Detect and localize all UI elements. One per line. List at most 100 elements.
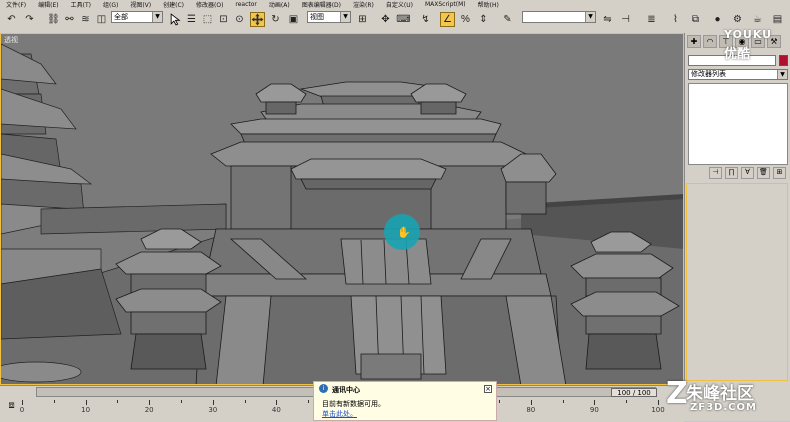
menu-edit[interactable]: 编辑(E) [32,0,64,9]
edit-named-selection-icon[interactable]: ✎ [500,12,515,27]
track-bar-tick-label: 100 [651,406,665,414]
spinner-snap-icon[interactable]: ⇕ [476,12,491,27]
zf-logo-icon: Z [666,376,688,411]
mini-curve-editor-icon[interactable]: ⧈ [4,398,19,413]
communication-center-popup: i 通讯中心 × 目前有新数据可用。 单击此处。 [313,381,497,421]
material-editor-icon[interactable]: ● [710,12,725,27]
stack-toolbar: ⊣ ∏ ∀ 🗑 ⊞ [688,167,788,181]
temple-scene: ✋ [1,43,683,384]
reference-coordinate-dropdown[interactable]: 视图 ▼ [307,11,351,23]
render-frame-icon[interactable]: ▤ [770,12,785,27]
zf3d-watermark: Z 朱峰社区 ZF3D.COM [666,376,790,421]
track-bar-tick [149,400,151,405]
undo-icon[interactable]: ↶ [4,12,19,27]
track-bar-tick [212,400,214,405]
menu-file[interactable]: 文件(F) [0,0,32,9]
popup-message: 目前有新数据可用。 [322,400,385,408]
select-link-icon[interactable]: ⛓ [46,12,61,27]
quick-render-icon[interactable]: ☕ [750,12,765,27]
track-bar-tick [658,400,659,405]
menu-reactor[interactable]: reactor [229,1,263,8]
svg-text:✋: ✋ [397,226,411,239]
curve-editor-icon[interactable]: ⌇ [668,12,683,27]
reference-coordinate-value: 视图 [310,13,324,21]
chevron-down-icon: ▼ [585,12,595,22]
zf-watermark-cn: 朱峰社区 [686,384,754,404]
menu-maxscript[interactable]: MAXScript(M) [419,1,472,8]
layer-manager-icon[interactable]: ≣ [644,12,659,27]
named-selection-dropdown[interactable]: ▼ [522,11,596,23]
selection-filter-value: 全部 [114,13,128,21]
percent-snap-icon[interactable]: % [458,12,473,27]
menu-help[interactable]: 帮助(H) [472,0,505,9]
menu-tools[interactable]: 工具(T) [65,0,97,9]
track-bar-tick [530,400,532,405]
info-icon: i [319,384,328,393]
select-move-icon[interactable] [250,12,265,27]
configure-sets-icon[interactable]: ⊞ [773,167,786,179]
track-bar-tick [594,400,596,405]
track-bar-tick-label: 0 [19,406,25,414]
angle-snap-icon[interactable]: ∠ [440,12,455,27]
bind-space-warp-icon[interactable]: ≋ [78,12,93,27]
mirror-icon[interactable]: ⇋ [600,12,615,27]
schematic-view-icon[interactable]: ⧉ [688,12,703,27]
rectangular-selection-icon[interactable]: ⬚ [200,12,215,27]
selection-filter-dropdown[interactable]: 全部 ▼ [111,11,163,23]
keyboard-shortcut-icon[interactable]: ⌨ [396,12,411,27]
popup-link[interactable]: 单击此处。 [322,409,357,419]
youku-watermark-cn: 优酷 [724,47,751,62]
redo-icon[interactable]: ↷ [22,12,37,27]
snap-toggle-icon[interactable]: ↯ [418,12,433,27]
perspective-viewport[interactable]: 透视 ✋ [0,33,684,385]
track-bar-tick-label: 80 [526,406,536,414]
modifier-list-label: 修改器列表 [691,70,726,78]
pivot-center-icon[interactable]: ⊞ [355,12,370,27]
track-bar-tick-label: 10 [81,406,91,414]
menu-views[interactable]: 视图(V) [124,0,157,9]
track-bar-tick [562,400,564,403]
unlink-icon[interactable]: ⚯ [62,12,77,27]
make-unique-icon[interactable]: ∀ [741,167,754,179]
chevron-down-icon: ▼ [777,70,787,79]
modifier-stack[interactable] [688,83,788,165]
select-by-name-icon[interactable]: ☰ [184,12,199,27]
track-bar-tick [499,400,500,403]
youku-watermark: YOUKU 优酷 [724,28,786,68]
zf-watermark-en: ZF3D.COM [690,402,757,413]
parameters-rollout [686,183,788,381]
align-icon[interactable]: ⊣ [618,12,633,27]
select-manipulate-icon[interactable]: ⊙ [232,12,247,27]
menu-modifiers[interactable]: 修改器(O) [190,0,229,9]
window-crossing-icon[interactable]: ⊡ [216,12,231,27]
pin-stack-icon[interactable]: ⊣ [709,167,722,179]
menu-customize[interactable]: 自定义(U) [380,0,419,9]
select-scale-icon[interactable]: ▣ [286,12,301,27]
track-bar-tick [626,400,628,403]
selection-filter-icon[interactable]: ◫ [94,12,109,27]
remove-modifier-icon[interactable]: 🗑 [757,167,770,179]
modifier-list-dropdown[interactable]: 修改器列表 ▼ [688,69,788,80]
modify-tab-icon[interactable]: ◠ [703,35,717,48]
menu-rendering[interactable]: 渲染(R) [347,0,380,9]
select-manipulate-icon-2[interactable]: ✥ [378,12,393,27]
track-bar-tick-label: 20 [144,406,154,414]
select-rotate-icon[interactable]: ↻ [268,12,283,27]
track-bar-tick [22,400,23,405]
menu-animation[interactable]: 动画(A) [263,0,296,9]
menu-create[interactable]: 创建(C) [157,0,190,9]
track-bar-tick [117,400,119,403]
command-panel: ✚ ◠ ⊤ ◉ ▭ ⚒ 修改器列表 ▼ ⊣ ∏ ∀ 🗑 ⊞ [684,33,790,385]
track-bar-tick [85,400,87,405]
time-slider-thumb[interactable]: 100 / 100 [611,388,657,397]
track-bar-tick-label: 90 [589,406,599,414]
show-end-result-icon[interactable]: ∏ [725,167,738,179]
track-bar-tick [276,400,278,405]
select-object-icon[interactable] [168,12,183,27]
track-bar-tick [181,400,182,403]
create-tab-icon[interactable]: ✚ [687,35,701,48]
menu-group[interactable]: 组(G) [97,0,124,9]
close-icon[interactable]: × [484,385,492,393]
render-setup-icon[interactable]: ⚙ [730,12,745,27]
menu-graph-editors[interactable]: 图表编辑器(D) [296,0,347,9]
